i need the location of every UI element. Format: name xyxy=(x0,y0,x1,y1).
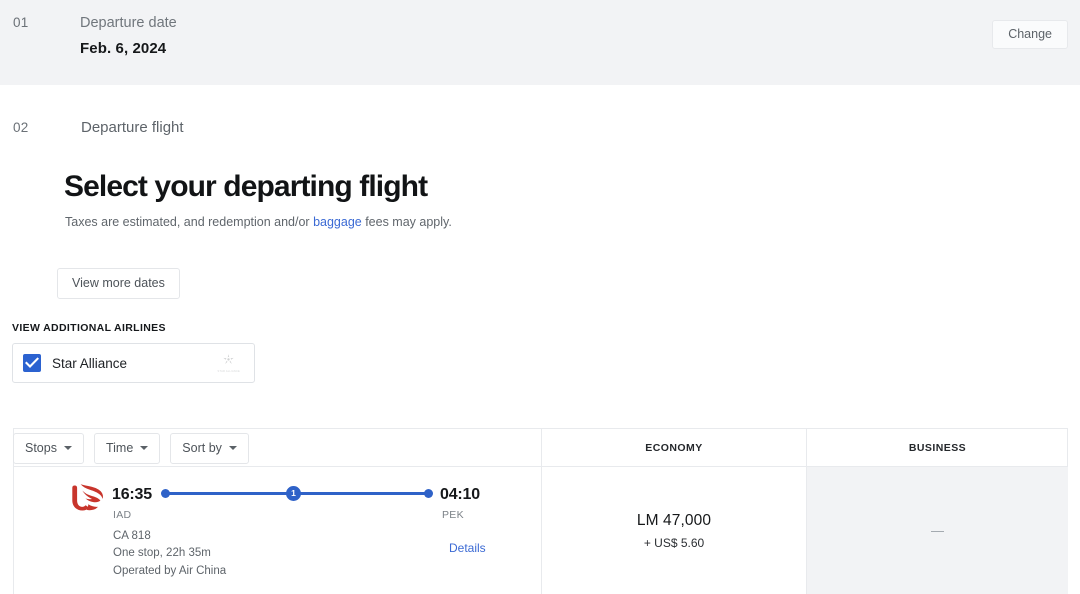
star-alliance-logo-icon: STAR ALLIANCE xyxy=(218,353,240,374)
timeline-origin-dot xyxy=(161,488,170,498)
arrival-airport-code: PEK xyxy=(442,509,464,521)
view-additional-airlines-heading: VIEW ADDITIONAL AIRLINES xyxy=(12,322,166,334)
filter-bar: Stops Time Sort by xyxy=(13,433,249,464)
checkmark-icon xyxy=(25,357,39,368)
departure-airport-code: IAD xyxy=(113,509,132,521)
view-more-dates-button[interactable]: View more dates xyxy=(57,268,180,299)
flight-timeline: 1 xyxy=(160,484,435,504)
details-link[interactable]: Details xyxy=(449,541,486,555)
time-filter-label: Time xyxy=(105,441,134,455)
timeline-destination-dot xyxy=(424,488,433,498)
taxes-note: Taxes are estimated, and redemption and/… xyxy=(65,215,452,229)
time-filter-button[interactable]: Time xyxy=(93,433,161,464)
star-alliance-label: Star Alliance xyxy=(52,355,128,371)
taxes-note-text-before: Taxes are estimated, and redemption and/… xyxy=(65,215,314,229)
chevron-down-icon xyxy=(140,446,149,451)
star-alliance-logo-text: STAR ALLIANCE xyxy=(217,369,240,373)
star-alliance-checkbox[interactable] xyxy=(23,354,41,372)
timeline-stop-badge[interactable]: 1 xyxy=(286,485,301,501)
phoenix-icon xyxy=(72,484,103,511)
star-alliance-option[interactable]: Star Alliance STAR ALLIANCE xyxy=(12,343,255,383)
business-fare-cell: — xyxy=(807,467,1068,594)
step-1-number: 01 xyxy=(13,15,29,30)
change-date-button[interactable]: Change xyxy=(992,20,1068,49)
departure-date-value: Feb. 6, 2024 xyxy=(80,40,167,57)
step-1-header: 01 Departure date Feb. 6, 2024 Change xyxy=(0,0,1080,85)
column-header-economy: ECONOMY xyxy=(541,429,806,467)
stops-and-duration: One stop, 22h 35m xyxy=(113,547,211,560)
business-price: — xyxy=(931,523,944,538)
sort-by-button[interactable]: Sort by xyxy=(170,433,249,464)
page-title: Select your departing flight xyxy=(64,170,428,203)
economy-price: LM 47,000 xyxy=(636,511,712,529)
departure-time: 16:35 xyxy=(112,486,152,503)
air-china-logo-icon xyxy=(68,481,108,514)
flight-number: CA 818 xyxy=(113,530,151,542)
taxes-note-text-after: fees may apply. xyxy=(361,215,452,229)
baggage-link[interactable]: baggage xyxy=(313,215,362,229)
economy-tax: + US$ 5.60 xyxy=(643,535,705,550)
stops-filter-button[interactable]: Stops xyxy=(13,433,84,464)
step-1-label: Departure date xyxy=(80,15,177,31)
arrival-time: 04:10 xyxy=(440,486,480,503)
chevron-down-icon xyxy=(63,446,72,451)
economy-fare-cell[interactable]: LM 47,000 + US$ 5.60 xyxy=(542,467,806,594)
sort-by-label: Sort by xyxy=(182,441,222,455)
flight-meta: CA 818 One stop, 22h 35m Operated by Air… xyxy=(113,528,226,580)
stops-filter-label: Stops xyxy=(25,441,57,455)
column-header-business: BUSINESS xyxy=(806,429,1068,467)
chevron-down-icon xyxy=(228,446,237,451)
step-2-number: 02 xyxy=(13,120,29,135)
step-2-label: Departure flight xyxy=(81,119,184,136)
star-burst-icon xyxy=(223,353,234,364)
operated-by: Operated by Air China xyxy=(113,564,227,577)
